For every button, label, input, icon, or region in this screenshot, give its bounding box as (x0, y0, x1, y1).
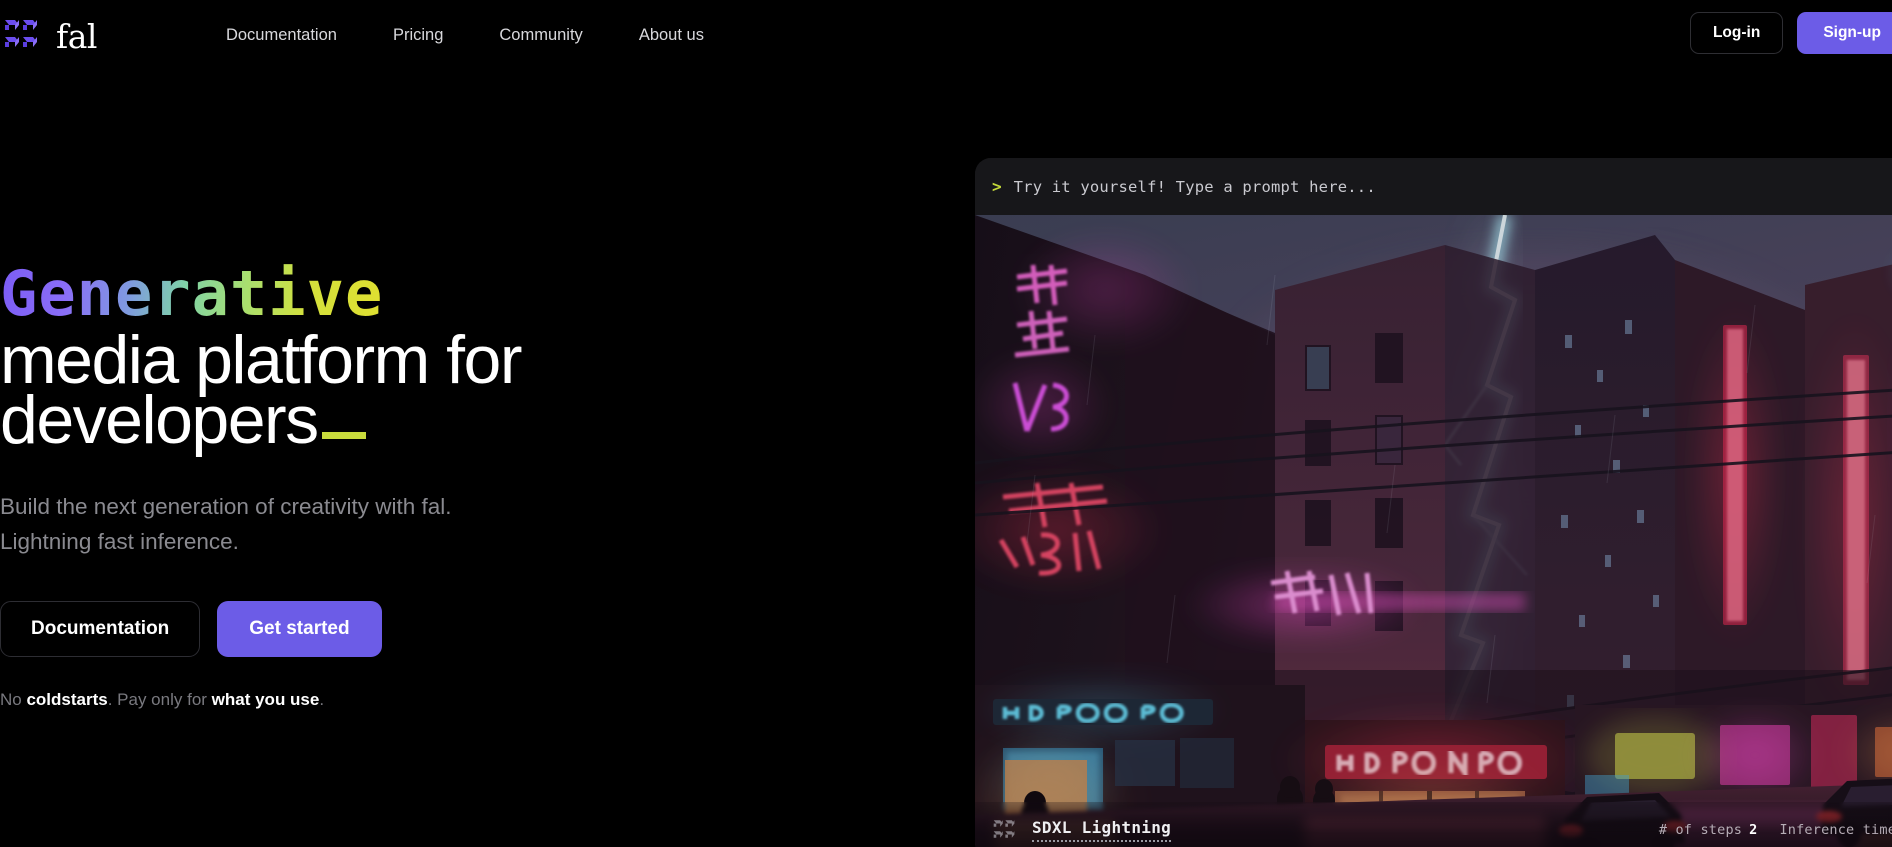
nav-link-community[interactable]: Community (471, 20, 610, 51)
primary-nav: Documentation Pricing Community About us (198, 20, 732, 51)
hero-subtitle-line-2: Lightning fast inference. (0, 529, 239, 554)
brand-logo-link[interactable]: fal (4, 16, 97, 56)
brand-wordmark: fal (56, 16, 97, 56)
documentation-button[interactable]: Documentation (0, 601, 201, 657)
sign-up-button[interactable]: Sign-up (1797, 12, 1892, 54)
nav-link-pricing[interactable]: Pricing (365, 20, 471, 51)
steps-value: 2 (1749, 822, 1758, 838)
nav-link-about-us[interactable]: About us (611, 20, 732, 51)
auth-actions: Log-in Sign-up (1689, 12, 1892, 54)
model-name-link[interactable]: SDXL Lightning (1032, 818, 1172, 842)
generated-image: SDXL Lightning # of steps 2 Inference ti… (975, 215, 1892, 847)
inference-metrics: # of steps 2 Inference time 0.195s (1659, 822, 1892, 838)
cyberpunk-city-illustration (975, 215, 1892, 847)
top-navbar: fal Documentation Pricing Community Abou… (0, 0, 1892, 70)
typing-cursor-icon (321, 432, 366, 439)
inference-demo-panel: > Try it yourself! Type a prompt here... (975, 158, 1892, 847)
hero-subtitle: Build the next generation of creativity … (0, 489, 900, 559)
fineprint-coldstarts: coldstarts (26, 690, 108, 709)
prompt-input[interactable]: Try it yourself! Type a prompt here... (1014, 178, 1376, 196)
fineprint-mid: . Pay only for (107, 690, 212, 709)
model-status-bar: SDXL Lightning # of steps 2 Inference ti… (975, 802, 1892, 847)
inference-time-metric: Inference time 0.195s (1779, 822, 1892, 838)
fal-chevrons-logo-small-icon (993, 819, 1019, 841)
hero-cta-row: Documentation Get started (0, 601, 900, 657)
status-model-info: SDXL Lightning (993, 818, 1172, 842)
fineprint-pre: No (0, 690, 27, 709)
prompt-caret-icon: > (992, 177, 1002, 196)
hero-subtitle-line-1: Build the next generation of creativity … (0, 494, 452, 519)
steps-label: # of steps (1658, 822, 1743, 838)
get-started-button[interactable]: Get started (217, 601, 382, 657)
headline-line-3: developers (0, 382, 319, 458)
fineprint-post: . (319, 690, 325, 709)
prompt-input-bar[interactable]: > Try it yourself! Type a prompt here... (975, 158, 1892, 215)
hero-fineprint: No coldstarts. Pay only for what you use… (0, 690, 900, 710)
log-in-button[interactable]: Log-in (1689, 12, 1784, 54)
fal-chevrons-logo-icon (4, 18, 44, 52)
nav-link-documentation[interactable]: Documentation (198, 20, 365, 51)
steps-metric: # of steps 2 (1659, 822, 1758, 838)
hero-section: Generative media platform for developers… (0, 255, 900, 710)
fineprint-what-you-use: what you use (211, 690, 320, 709)
inference-time-label: Inference time (1779, 822, 1892, 838)
page-title: Generative media platform for developers (0, 255, 900, 454)
